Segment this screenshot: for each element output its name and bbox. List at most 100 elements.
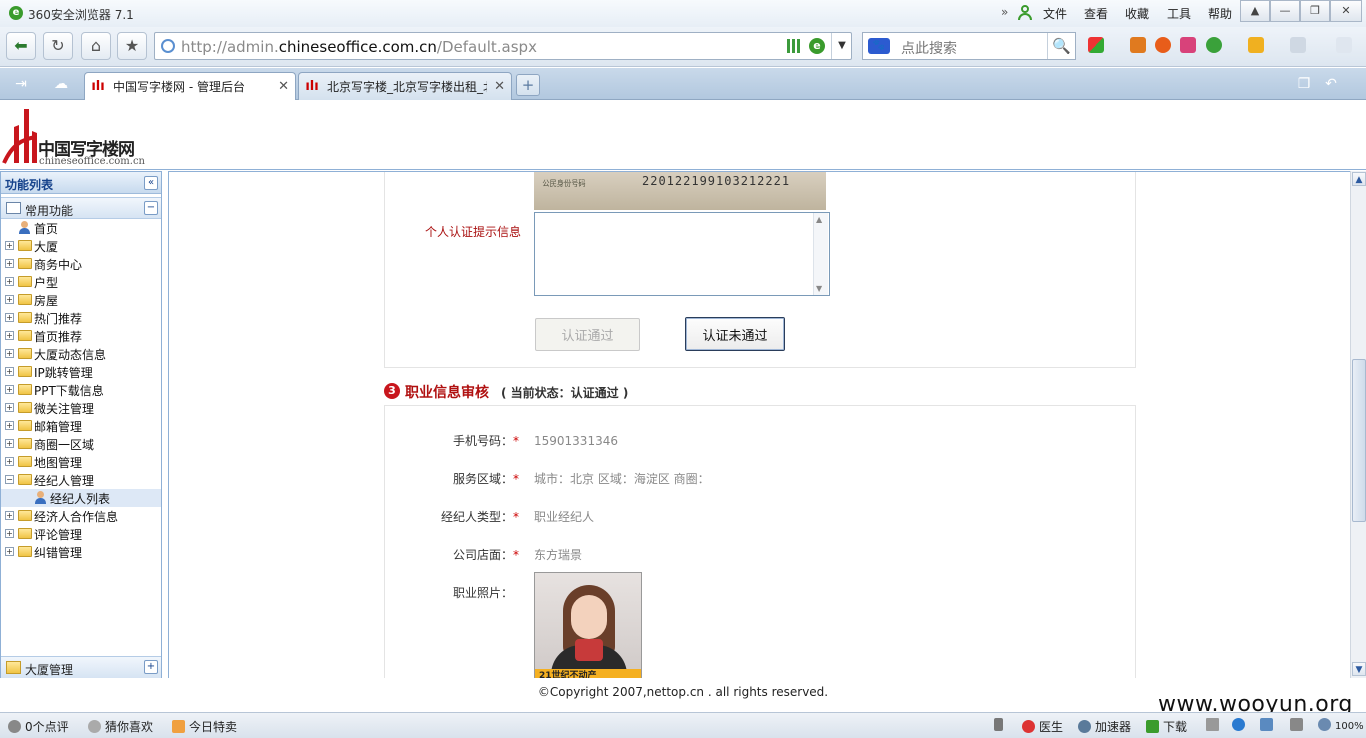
ie-status-icon[interactable] — [1232, 718, 1249, 732]
group-building-management[interactable]: 大厦管理 + — [1, 656, 161, 678]
expand-node-icon[interactable]: + — [5, 421, 14, 430]
expand-node-icon[interactable]: + — [5, 385, 14, 394]
qr-code-icon[interactable] — [787, 39, 801, 53]
expand-node-icon[interactable]: + — [5, 529, 14, 538]
menu-file[interactable]: 文件 — [1043, 5, 1067, 22]
game-icon[interactable] — [1248, 37, 1264, 53]
sidebar-item[interactable]: + 大厦 — [1, 237, 161, 255]
expand-node-icon[interactable]: + — [5, 331, 14, 340]
group-common-functions[interactable]: 常用功能 − — [1, 197, 161, 219]
expand-node-icon[interactable]: + — [5, 457, 14, 466]
content-scrollbar[interactable]: ▲ ▼ — [1350, 171, 1366, 678]
scroll-down-icon[interactable]: ▼ — [1352, 662, 1366, 676]
close-button[interactable]: ✕ — [1330, 0, 1362, 22]
download-button[interactable]: 下载 — [1146, 718, 1187, 735]
expand-group-icon[interactable]: + — [144, 660, 158, 674]
sidebar-item[interactable]: + 首页推荐 — [1, 327, 161, 345]
accelerator-button[interactable]: 加速器 — [1078, 718, 1131, 735]
sidebar-item[interactable]: − 经纪人管理 — [1, 471, 161, 489]
refresh-button[interactable]: ↻ — [43, 32, 73, 60]
sidebar-item[interactable]: + 邮箱管理 — [1, 417, 161, 435]
volume-icon[interactable] — [1290, 718, 1307, 732]
sidebar-item[interactable]: + PPT下载信息 — [1, 381, 161, 399]
ie-mode-icon[interactable]: e — [809, 38, 825, 54]
back-button[interactable]: ⬅ — [6, 32, 36, 60]
mobile-icon[interactable] — [994, 718, 1007, 732]
sidebar-item[interactable]: + 纠错管理 — [1, 543, 161, 561]
sidebar-toggle-icon[interactable]: ⇥ — [8, 74, 34, 94]
more-chevron-icon[interactable]: » — [1001, 5, 1008, 19]
restore-button[interactable]: ❐ — [1300, 0, 1330, 22]
new-tab-button[interactable]: + — [516, 74, 540, 96]
flight-icon[interactable] — [1155, 37, 1171, 53]
url-dropdown-icon[interactable]: ▼ — [831, 33, 852, 59]
daily-deals[interactable]: 今日特卖 — [172, 718, 237, 735]
collapse-panel-icon[interactable]: « — [144, 176, 158, 190]
expand-node-icon[interactable]: + — [5, 349, 14, 358]
approve-button[interactable]: 认证通过 — [535, 318, 640, 351]
expand-node-icon[interactable]: + — [5, 277, 14, 286]
user-icon[interactable] — [1018, 5, 1032, 20]
expand-node-icon[interactable]: + — [5, 259, 14, 268]
skin-icon[interactable]: ▲ — [1240, 0, 1270, 22]
flag-icon[interactable] — [1206, 718, 1223, 732]
scroll-up-icon[interactable]: ▲ — [1352, 172, 1366, 186]
search-engine-icon[interactable]: 🐾 — [868, 38, 890, 54]
sidebar-item[interactable]: + 房屋 — [1, 291, 161, 309]
comments-status[interactable]: 0个点评 — [8, 718, 69, 735]
sidebar-item[interactable]: 首页 — [1, 219, 161, 237]
sidebar-item[interactable]: + 商圈一区域 — [1, 435, 161, 453]
doctor-button[interactable]: 医生 — [1022, 718, 1063, 735]
collapse-node-icon[interactable]: − — [5, 475, 14, 484]
reject-button[interactable]: 认证未通过 — [685, 317, 785, 351]
zoom-control[interactable]: 100% — [1318, 718, 1364, 732]
menu-view[interactable]: 查看 — [1084, 5, 1108, 22]
search-icon[interactable]: 🔍 — [1047, 33, 1075, 59]
home-button[interactable]: ⌂ — [81, 32, 111, 60]
sidebar-item[interactable]: + 户型 — [1, 273, 161, 291]
expand-node-icon[interactable]: + — [5, 547, 14, 556]
close-tab-icon[interactable]: ✕ — [494, 79, 505, 94]
search-input[interactable]: 点此搜索 — [901, 38, 957, 58]
address-bar[interactable]: http://admin.chineseoffice.com.cn/Defaul… — [154, 32, 852, 60]
menu-help[interactable]: 帮助 — [1208, 5, 1232, 22]
sidebar-item[interactable]: + 热门推荐 — [1, 309, 161, 327]
minimize-button[interactable]: — — [1270, 0, 1300, 22]
menu-tools[interactable]: 工具 — [1167, 5, 1191, 22]
undo-close-icon[interactable]: ↶ — [1318, 74, 1344, 94]
expand-node-icon[interactable]: + — [5, 511, 14, 520]
apps-icon[interactable] — [1088, 37, 1104, 53]
sidebar-item[interactable]: + 地图管理 — [1, 453, 161, 471]
search-box[interactable]: 🐾 点此搜索 🔍 — [862, 32, 1076, 60]
sidebar-item[interactable]: 经纪人列表 — [1, 489, 161, 507]
extension-icon[interactable] — [1336, 37, 1352, 53]
collapse-group-icon[interactable]: − — [144, 201, 158, 215]
expand-node-icon[interactable]: + — [5, 313, 14, 322]
cloud-icon[interactable]: ☁ — [48, 74, 74, 94]
textarea-scrollbar[interactable]: ▲ ▼ — [813, 213, 828, 295]
shopping-icon[interactable] — [1180, 37, 1196, 53]
menu-favorites[interactable]: 收藏 — [1125, 5, 1149, 22]
favorite-star-button[interactable]: ★ — [117, 32, 147, 60]
expand-node-icon[interactable]: + — [5, 241, 14, 250]
expand-node-icon[interactable]: + — [5, 367, 14, 376]
sidebar-item[interactable]: + 商务中心 — [1, 255, 161, 273]
sidebar-item[interactable]: + 经济人合作信息 — [1, 507, 161, 525]
guess-you-like[interactable]: 猜你喜欢 — [88, 718, 153, 735]
expand-node-icon[interactable]: + — [5, 403, 14, 412]
close-tab-icon[interactable]: ✕ — [278, 79, 289, 94]
sidebar-item[interactable]: + 微关注管理 — [1, 399, 161, 417]
screenshot-icon[interactable] — [1290, 37, 1306, 53]
sidebar-item[interactable]: + 大厦动态信息 — [1, 345, 161, 363]
weather-icon[interactable] — [1130, 37, 1146, 53]
security-icon[interactable] — [1206, 37, 1222, 53]
sidebar-item[interactable]: + 评论管理 — [1, 525, 161, 543]
url-text[interactable]: http://admin.chineseoffice.com.cn/Defaul… — [181, 38, 537, 56]
verification-hint-textarea[interactable] — [534, 212, 830, 296]
tab-overview-icon[interactable]: ❐ — [1291, 74, 1317, 94]
scroll-thumb[interactable] — [1352, 359, 1366, 522]
expand-node-icon[interactable]: + — [5, 295, 14, 304]
tab-admin[interactable]: ılı 中国写字楼网 - 管理后台 ✕ — [84, 72, 296, 100]
tab-beijing-office[interactable]: ılı 北京写字楼_北京写字楼出租_北 ✕ — [298, 72, 512, 100]
screen-icon[interactable] — [1260, 718, 1277, 732]
